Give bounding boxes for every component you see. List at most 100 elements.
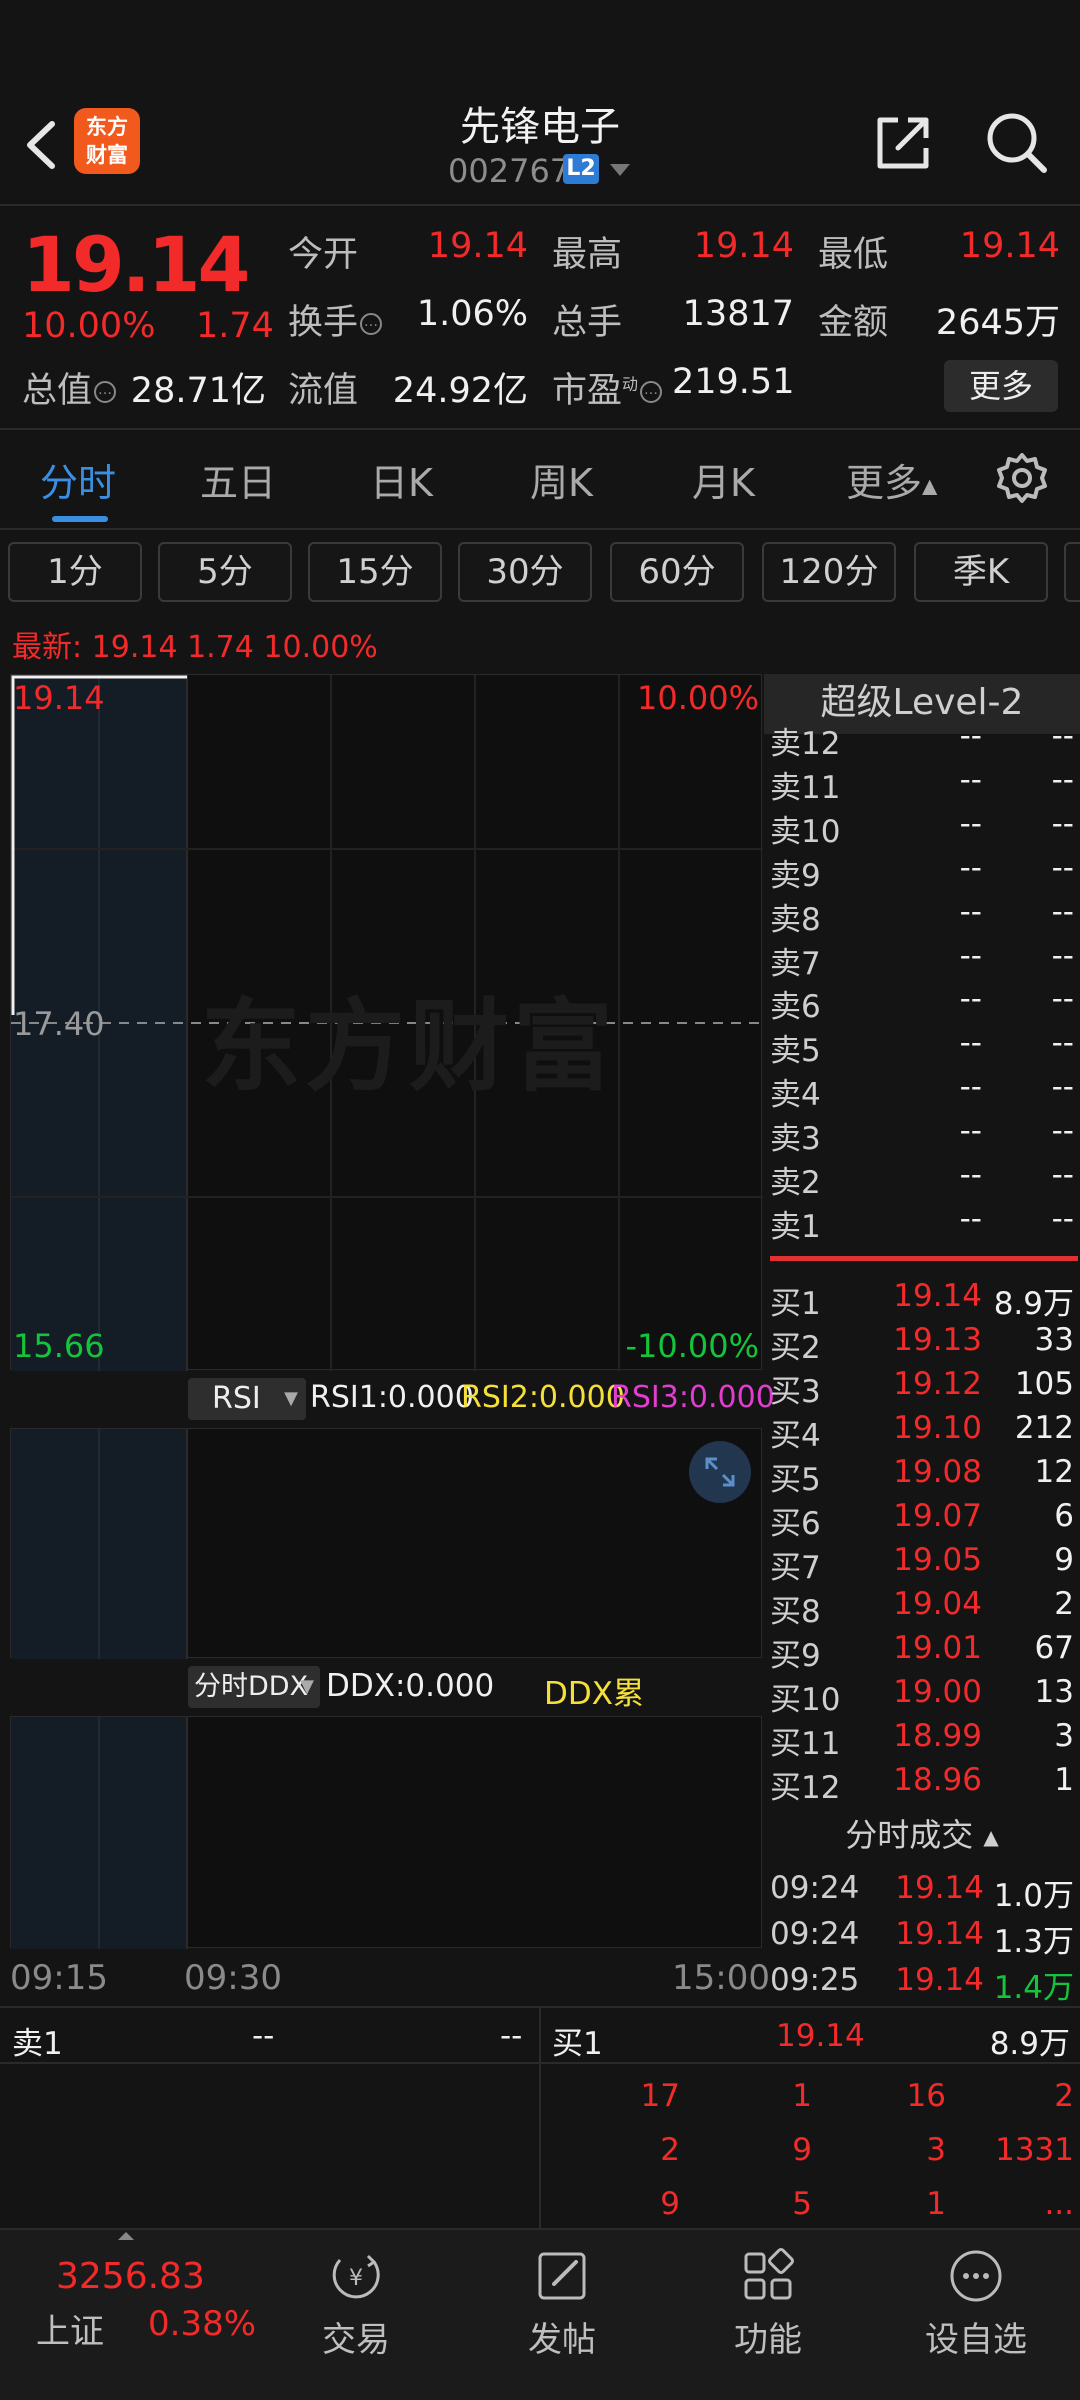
ask-row: 卖6 -- -- [770,981,1078,1025]
queue-sell-label: 卖1 [12,2026,63,2062]
period-30min[interactable]: 30分 [458,542,592,602]
pe-label-text: 市盈 [552,371,623,411]
index-percent[interactable]: 0.38% [148,2304,256,2344]
period-5min[interactable]: 5分 [158,542,292,602]
rsi-indicator-bar: RSI ▼ RSI1:0.000 RSI2:0.000 RSI3:0.000 [0,1370,775,1428]
status-bar [0,0,1080,90]
ask-label: 卖9 [770,857,821,894]
ask-price: -- [959,1025,982,1062]
tick-time: 09:24 [770,1870,860,1906]
change-percent: 10.00% [22,306,156,346]
rsi-chart[interactable] [10,1428,762,1659]
index-name[interactable]: 上证 [36,2304,104,2353]
ddx-selector-label: 分时DDX [194,1671,309,1702]
tab-more[interactable]: 更多▲ [846,452,937,507]
info-icon[interactable]: … [360,313,383,335]
ask-price: -- [959,1069,982,1106]
ask-row: 卖2 -- -- [770,1157,1078,1201]
search-icon[interactable] [982,108,1052,178]
time-axis: 09:15 09:30 15:00 [0,1950,770,2000]
bid-price: 19.07 [893,1498,982,1534]
bid-row: 买5 19.08 12 [770,1454,1078,1498]
queue-cell: 17 [640,2078,680,2114]
expand-icon[interactable] [689,1441,751,1503]
turnover-label[interactable]: 换手… [288,294,383,345]
queue-sell-price: -- [252,2018,275,2054]
period-more[interactable] [1064,542,1080,602]
bid-volume: 105 [1014,1366,1074,1402]
settings-gear-icon[interactable] [996,452,1048,504]
tab-weekly-k[interactable]: 周K [530,452,593,507]
rsi3-value: RSI3:0.000 [611,1380,775,1415]
ddx-chart[interactable] [10,1716,762,1949]
intraday-chart[interactable]: 东方财富 19.14 10.00% 17.40 15.66 -10.00% [10,674,763,1371]
turnover-value: 1.06% [416,294,528,334]
nav-watchlist-label: 设自选 [925,2320,1027,2360]
ask-label: 卖4 [770,1077,821,1114]
period-15min[interactable]: 15分 [308,542,442,602]
level2-badge[interactable]: L2 [563,154,599,184]
market-cap-label[interactable]: 总值… [22,362,117,413]
queue-cell: 2 [660,2132,680,2168]
pe-label[interactable]: 市盈动… [552,362,663,413]
change-amount: 1.74 [196,306,274,346]
nav-functions[interactable]: 功能 [688,2246,848,2361]
back-icon[interactable] [18,110,68,180]
chevron-down-icon[interactable] [610,164,630,176]
high-value: 19.14 [693,226,794,266]
nav-trade[interactable]: ¥ 交易 [276,2246,436,2361]
info-icon[interactable]: … [640,381,663,403]
tab-intraday[interactable]: 分时 [40,452,116,507]
period-60min[interactable]: 60分 [610,542,744,602]
bid-row: 买6 19.07 6 [770,1498,1078,1542]
bid-row: 买9 19.01 67 [770,1630,1078,1674]
bid-row: 买8 19.04 2 [770,1586,1078,1630]
index-value[interactable]: 3256.83 [56,2256,205,2297]
bid-label: 买9 [770,1638,821,1674]
more-button[interactable]: 更多 [944,360,1058,412]
queue-cell: 9 [792,2132,812,2168]
bid-row: 买7 19.05 9 [770,1542,1078,1586]
current-price: 19.14 [22,220,250,309]
ask-volume: -- [1051,981,1074,1018]
trade-icon: ¥ [326,2246,386,2306]
ask-label: 卖7 [770,945,821,982]
ticks-header[interactable]: 分时成交 ▲ [764,1810,1080,1858]
period-1min[interactable]: 1分 [8,542,142,602]
tab-five-day[interactable]: 五日 [200,452,276,507]
tick-time: 09:24 [770,1916,860,1952]
market-cap-value: 28.71亿 [130,371,266,411]
tick-price: 19.14 [895,1962,984,1998]
ddx-selector[interactable]: 分时DDX ▼ [188,1666,320,1708]
info-icon[interactable]: … [94,381,117,403]
logo-text: 东方 财富 [86,115,128,167]
queue-cell: 5 [792,2186,812,2222]
nav-post[interactable]: 发帖 [482,2246,642,2361]
share-icon[interactable] [868,108,938,178]
bid-label: 买2 [770,1330,821,1366]
period-120min[interactable]: 120分 [762,542,896,602]
bid-ask-separator [770,1256,1078,1261]
bid-price: 19.12 [893,1366,982,1402]
ask-volume: -- [1051,1069,1074,1106]
tick-price: 19.14 [895,1916,984,1952]
period-quarter-k[interactable]: 季K [914,542,1048,602]
ask-volume: -- [1051,1157,1074,1194]
queue-cell: 1 [792,2078,812,2114]
bid-label: 买3 [770,1374,821,1410]
more-dots-icon [946,2246,1006,2306]
ask-volume: -- [1051,937,1074,974]
bid-label: 买8 [770,1594,821,1630]
axis-bottom-percent: -10.00% [625,1327,759,1365]
low-value: 19.14 [959,226,1060,266]
nav-watchlist[interactable]: 设自选 [896,2246,1056,2361]
queue-header: 卖1 -- -- 买1 19.14 8.9万 [0,2008,1080,2064]
tab-monthly-k[interactable]: 月K [692,452,755,507]
queue-cell: 1331 [995,2132,1074,2168]
queue-buy-label: 买1 [552,2026,603,2062]
rsi-selector[interactable]: RSI ▼ [188,1378,306,1420]
bid-price: 18.96 [893,1762,982,1798]
tab-daily-k[interactable]: 日K [370,452,433,507]
edit-icon [532,2246,592,2306]
amount-label: 金额 [818,303,889,343]
